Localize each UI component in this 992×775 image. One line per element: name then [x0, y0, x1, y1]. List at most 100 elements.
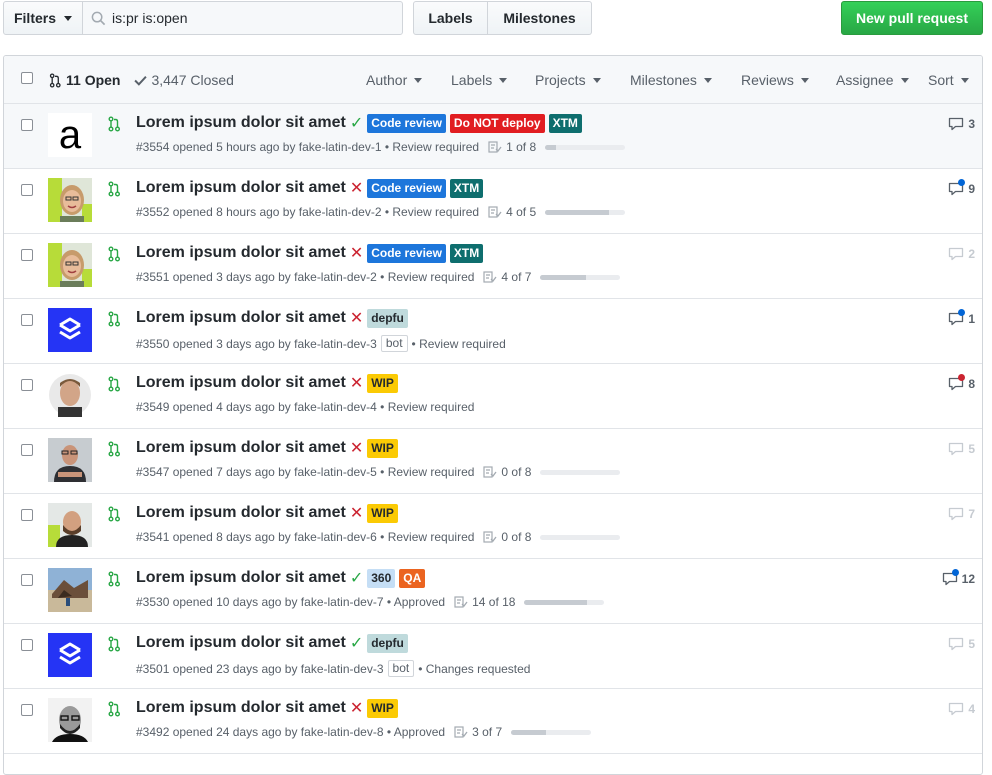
progress-fill	[540, 274, 587, 280]
pr-title-link[interactable]: Lorem ipsum dolor sit amet	[136, 374, 346, 392]
pr-title-link[interactable]: Lorem ipsum dolor sit amet	[136, 114, 346, 132]
projects-filter[interactable]: Projects	[535, 72, 601, 88]
comment-count-link[interactable]: 7	[948, 507, 975, 521]
label-three-sixty[interactable]: 360	[367, 568, 396, 588]
pull-request-row[interactable]: Lorem ipsum dolor sit amet ✓ 360 QA #3530…	[4, 559, 982, 624]
comment-count-link[interactable]: 9	[948, 179, 975, 196]
pull-request-row[interactable]: Lorem ipsum dolor sit amet ✕ Code review…	[4, 234, 982, 299]
check-failure-icon[interactable]: ✕	[350, 308, 363, 328]
pr-title-link[interactable]: Lorem ipsum dolor sit amet	[136, 699, 346, 717]
label-xtm[interactable]: XTM	[449, 243, 484, 263]
search-input[interactable]	[112, 10, 392, 26]
pull-request-row[interactable]: Lorem ipsum dolor sit amet ✕ WIP #3547 o…	[4, 429, 982, 494]
sort-filter[interactable]: Sort	[928, 72, 969, 88]
pull-request-row[interactable]: Lorem ipsum dolor sit amet ✕ depfu #3550…	[4, 299, 982, 364]
avatar[interactable]	[48, 178, 92, 222]
avatar[interactable]: a	[48, 113, 92, 157]
reviews-filter-label: Reviews	[741, 72, 794, 88]
check-failure-icon[interactable]: ✕	[350, 373, 363, 393]
avatar[interactable]	[48, 438, 92, 482]
label-depfu[interactable]: depfu	[367, 308, 408, 328]
assignee-filter[interactable]: Assignee	[836, 72, 909, 88]
pr-meta-line: #3549 opened 4 days ago by fake-latin-de…	[136, 400, 474, 414]
avatar[interactable]	[48, 633, 92, 677]
pr-title-line: Lorem ipsum dolor sit amet ✕ WIP	[136, 438, 398, 458]
pull-request-row[interactable]: Lorem ipsum dolor sit amet ✕ WIP #3541 o…	[4, 494, 982, 559]
check-failure-icon[interactable]: ✕	[350, 243, 363, 263]
check-failure-icon[interactable]: ✕	[350, 178, 363, 198]
comment-count-link[interactable]: 5	[948, 637, 975, 651]
filters-dropdown[interactable]: Filters	[3, 1, 83, 35]
comment-count-link[interactable]: 5	[948, 442, 975, 456]
progress-fill	[545, 144, 556, 150]
comment-count-link[interactable]: 2	[948, 247, 975, 261]
milestones-button[interactable]: Milestones	[488, 1, 592, 35]
search-field[interactable]	[82, 1, 403, 35]
pull-request-row[interactable]: a Lorem ipsum dolor sit amet ✓ Code revi…	[4, 104, 982, 169]
reviews-filter[interactable]: Reviews	[741, 72, 809, 88]
pull-request-row[interactable]: Lorem ipsum dolor sit amet ✓ depfu #3501…	[4, 624, 982, 689]
row-checkbox[interactable]	[21, 574, 33, 586]
labels-filter[interactable]: Labels	[451, 72, 508, 88]
label-do-not_deploy[interactable]: Do NOT deploy	[449, 113, 545, 133]
comment-count-link[interactable]: 4	[948, 702, 975, 716]
comment-count-link[interactable]: 3	[948, 117, 975, 131]
avatar[interactable]	[48, 698, 92, 742]
row-checkbox[interactable]	[21, 704, 33, 716]
label-qa[interactable]: QA	[399, 568, 426, 588]
avatar[interactable]	[48, 503, 92, 547]
row-checkbox[interactable]	[21, 314, 33, 326]
label-code-review[interactable]: Code review	[367, 113, 446, 133]
avatar[interactable]	[48, 308, 92, 352]
select-all-checkbox[interactable]	[21, 72, 33, 84]
label-wip[interactable]: WIP	[367, 373, 398, 393]
pr-title-link[interactable]: Lorem ipsum dolor sit amet	[136, 244, 346, 262]
comment-count-link[interactable]: 1	[948, 309, 975, 326]
check-failure-icon[interactable]: ✕	[350, 698, 363, 718]
labels-button[interactable]: Labels	[413, 1, 488, 35]
pr-title-link[interactable]: Lorem ipsum dolor sit amet	[136, 569, 346, 587]
closed-filter[interactable]: 3,447 Closed	[134, 72, 234, 88]
comment-count-link[interactable]: 8	[948, 374, 975, 391]
task-progress: 0 of 8	[483, 465, 621, 479]
pull-request-row[interactable]: Lorem ipsum dolor sit amet ✕ WIP #3492 o…	[4, 689, 982, 754]
pull-request-icon	[108, 116, 120, 132]
check-success-icon[interactable]: ✓	[350, 568, 363, 588]
pr-title-link[interactable]: Lorem ipsum dolor sit amet	[136, 179, 346, 197]
label-xtm[interactable]: XTM	[548, 113, 582, 133]
row-checkbox[interactable]	[21, 639, 33, 651]
row-checkbox[interactable]	[21, 184, 33, 196]
row-checkbox[interactable]	[21, 119, 33, 131]
pr-title-link[interactable]: Lorem ipsum dolor sit amet	[136, 504, 346, 522]
open-filter[interactable]: 11 Open	[48, 72, 120, 88]
avatar[interactable]	[48, 373, 92, 417]
label-wip[interactable]: WIP	[367, 438, 398, 458]
author-filter[interactable]: Author	[366, 72, 423, 88]
check-failure-icon[interactable]: ✕	[350, 438, 363, 458]
check-success-icon[interactable]: ✓	[350, 633, 363, 653]
row-checkbox[interactable]	[21, 249, 33, 261]
check-failure-icon[interactable]: ✕	[350, 503, 363, 523]
check-success-icon[interactable]: ✓	[350, 113, 363, 133]
label-code-review[interactable]: Code review	[367, 243, 446, 263]
label-wip[interactable]: WIP	[367, 698, 398, 718]
pull-request-row[interactable]: Lorem ipsum dolor sit amet ✕ Code review…	[4, 169, 982, 234]
label-depfu[interactable]: depfu	[367, 633, 408, 653]
label-wip[interactable]: WIP	[367, 503, 398, 523]
label-xtm[interactable]: XTM	[449, 178, 484, 198]
pr-title-link[interactable]: Lorem ipsum dolor sit amet	[136, 439, 346, 457]
progress-bar	[545, 144, 626, 150]
pr-meta-line: #3552 opened 8 hours ago by fake-latin-d…	[136, 205, 626, 219]
row-checkbox[interactable]	[21, 444, 33, 456]
pull-request-row[interactable]: Lorem ipsum dolor sit amet ✕ WIP #3549 o…	[4, 364, 982, 429]
row-checkbox[interactable]	[21, 509, 33, 521]
comment-count-link[interactable]: 12	[942, 569, 975, 586]
pr-title-link[interactable]: Lorem ipsum dolor sit amet	[136, 634, 346, 652]
avatar[interactable]	[48, 568, 92, 612]
new-pull-request-button[interactable]: New pull request	[841, 1, 983, 35]
milestones-filter[interactable]: Milestones	[630, 72, 712, 88]
label-code-review[interactable]: Code review	[367, 178, 446, 198]
row-checkbox[interactable]	[21, 379, 33, 391]
avatar[interactable]	[48, 243, 92, 287]
pr-title-link[interactable]: Lorem ipsum dolor sit amet	[136, 309, 346, 327]
